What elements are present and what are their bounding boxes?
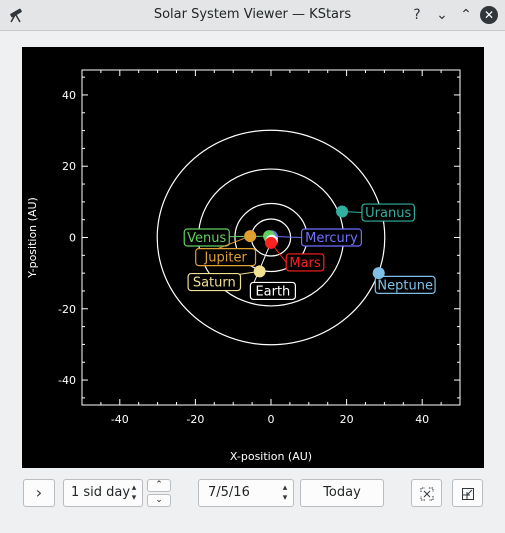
x-tick-label: 0 — [268, 413, 275, 426]
planets-layer: Mercury Venus Earth Mars Jupiter Saturn Uranus… — [183, 203, 436, 301]
help-button[interactable]: ? — [408, 6, 426, 24]
date-edit[interactable]: 7/5/16 ▴ ▾ — [198, 479, 294, 507]
x-axis-label: X-position (AU) — [230, 450, 312, 463]
title-bar: Solar System Viewer — KStars ? ⌄ ⌃ ✕ — [0, 0, 505, 31]
time-step-arrows[interactable]: ▴ ▾ — [129, 483, 139, 503]
y-tick-label: 40 — [62, 89, 76, 102]
planet-marker — [336, 205, 349, 218]
y-tick-label: 20 — [62, 160, 76, 173]
x-tick-label: 40 — [415, 413, 429, 426]
zoom-out-icon — [462, 488, 474, 500]
minimize-button[interactable]: ⌄ — [433, 6, 451, 24]
y-tick-label: 0 — [69, 232, 76, 245]
close-button[interactable]: ✕ — [480, 6, 498, 24]
time-step-value: 1 sid day — [71, 485, 131, 500]
planet-marker — [372, 267, 385, 280]
date-value: 7/5/16 — [208, 485, 250, 500]
next-step-button[interactable]: › — [23, 479, 55, 507]
zoom-in-icon — [420, 487, 434, 501]
planet-label: Earth — [255, 284, 290, 299]
step-up-button[interactable]: ⌃ — [147, 479, 171, 492]
date-up-icon[interactable]: ▴ — [280, 483, 290, 493]
x-tick-label: -20 — [186, 413, 204, 426]
planet-marker — [244, 230, 257, 243]
y-tick-label: -40 — [58, 374, 76, 387]
planet-label: Jupiter — [203, 251, 247, 266]
maximize-button[interactable]: ⌃ — [457, 6, 475, 24]
window-title: Solar System Viewer — KStars — [153, 7, 352, 22]
x-tick-label: 20 — [340, 413, 354, 426]
spin-up-icon[interactable]: ▴ — [129, 483, 139, 493]
date-arrows[interactable]: ▴ ▾ — [280, 483, 290, 503]
planet-label: Venus — [187, 231, 226, 246]
plot-canvas[interactable]: Mercury Venus Earth Mars Jupiter Saturn Uranus… — [22, 47, 484, 468]
x-tick-label: -40 — [111, 413, 129, 426]
today-button[interactable]: Today — [300, 479, 384, 507]
spin-down-icon[interactable]: ▾ — [129, 493, 139, 503]
planet-label: Saturn — [193, 276, 236, 291]
axes-layer: -40 -20 0 20 40 40 20 0 -20 -40 X-position (AU) Y-p… — [26, 69, 461, 463]
step-down-button[interactable]: ⌄ — [147, 494, 171, 507]
planet-label: Mercury — [305, 231, 358, 246]
planet-label: Mars — [289, 256, 321, 271]
planet-label: Neptune — [377, 278, 433, 293]
planet-label: Uranus — [365, 206, 411, 221]
zoom-out-button[interactable] — [452, 479, 483, 507]
date-down-icon[interactable]: ▾ — [280, 493, 290, 503]
planet-marker — [265, 236, 277, 249]
y-tick-label: -20 — [58, 303, 76, 316]
planet-marker — [253, 265, 266, 278]
solar-system-plot[interactable]: Mercury Venus Earth Mars Jupiter Saturn Uranus… — [22, 47, 484, 468]
zoom-in-button[interactable] — [411, 479, 442, 507]
y-axis-label: Y-position (AU) — [26, 197, 39, 279]
time-step-spinbox[interactable]: 1 sid day ▴ ▾ — [63, 479, 143, 507]
